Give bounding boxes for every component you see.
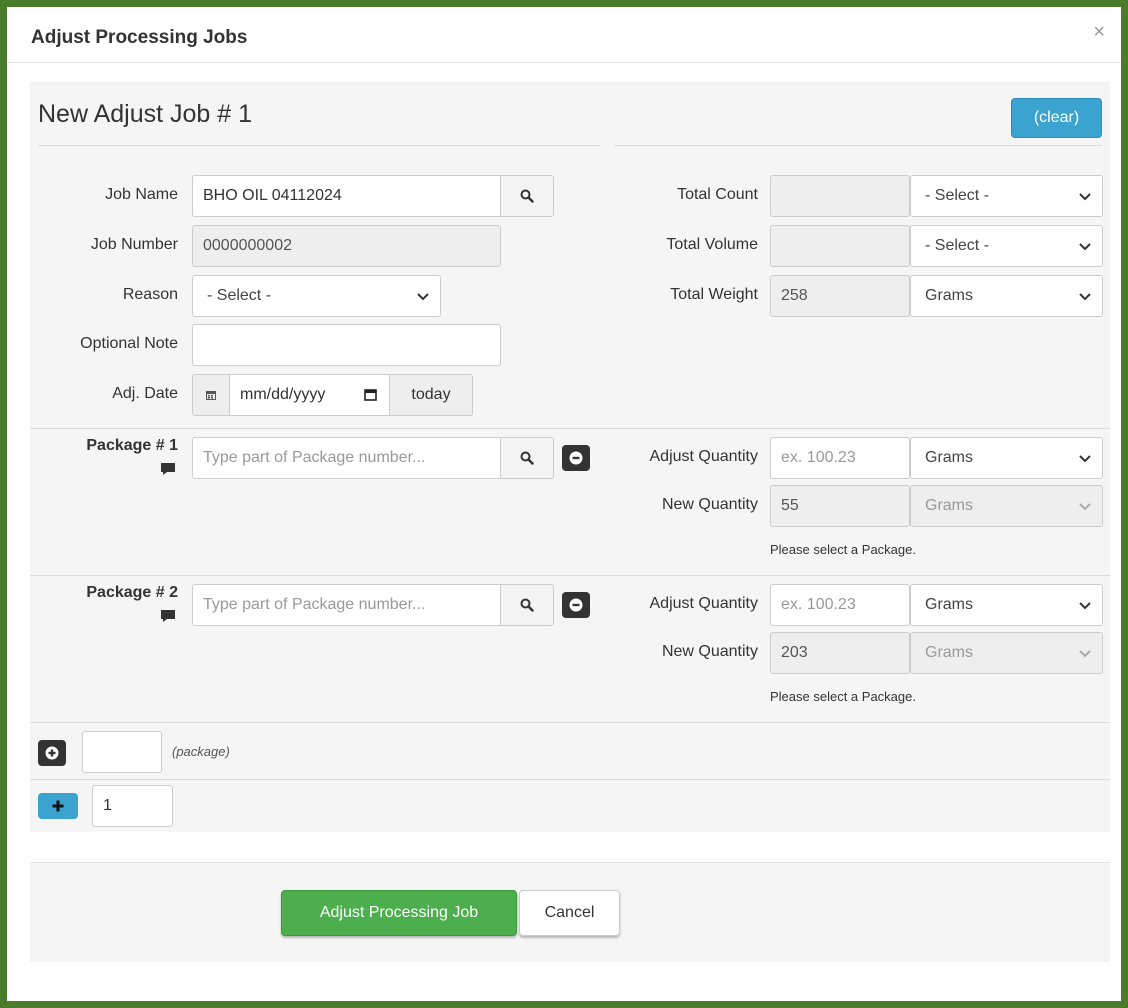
calendar-picker-icon[interactable]: [364, 388, 377, 401]
adjust-processing-job-button[interactable]: Adjust Processing Job: [281, 890, 517, 936]
divider: [30, 722, 1110, 723]
job-name-input[interactable]: BHO OIL 04112024: [192, 175, 501, 217]
reason-label: Reason: [122, 286, 178, 303]
package-row: Package # 2 Type part of Package number.…: [30, 576, 1110, 721]
chevron-down-icon: [1079, 455, 1091, 463]
adj-date-label: Adj. Date: [112, 385, 178, 402]
job-number-field: 0000000002: [192, 225, 501, 267]
adjust-unit-value: Grams: [925, 449, 973, 466]
close-icon[interactable]: ×: [1093, 21, 1105, 44]
new-quantity-unit-select: Grams: [910, 632, 1103, 674]
total-count-unit-select[interactable]: - Select -: [910, 175, 1103, 217]
total-weight-field: 258: [770, 275, 910, 317]
new-quantity-label: New Quantity: [661, 643, 758, 660]
divider: [30, 779, 1110, 780]
package-label: Package # 1: [86, 437, 178, 454]
chevron-down-icon: [1079, 503, 1091, 511]
total-count-unit-value: - Select -: [925, 187, 990, 204]
total-volume-field: [770, 225, 910, 267]
optional-note-input[interactable]: [192, 324, 501, 366]
chevron-down-icon: [1079, 602, 1091, 610]
chevron-down-icon: [417, 293, 429, 301]
chevron-down-icon: [1079, 193, 1091, 201]
package-count-hint: (package): [172, 744, 230, 759]
package-search-button[interactable]: [500, 437, 554, 479]
chevron-down-icon: [1079, 243, 1091, 251]
today-button-label: today: [411, 386, 451, 403]
adj-date-placeholder: mm/dd/yyyy: [240, 386, 326, 403]
job-title: New Adjust Job # 1: [38, 100, 253, 128]
job-name-label: Job Name: [105, 186, 178, 203]
cancel-button[interactable]: Cancel: [519, 890, 620, 936]
add-package-button[interactable]: [38, 740, 66, 766]
remove-package-button[interactable]: [562, 445, 590, 471]
package-hint: Please select a Package.: [770, 542, 916, 557]
minus-circle-icon: [569, 598, 583, 612]
job-name-search-button[interactable]: [500, 175, 554, 217]
chevron-down-icon: [1079, 650, 1091, 658]
add-job-button[interactable]: [38, 793, 78, 819]
new-quantity-field: 203: [770, 632, 910, 674]
modal-title: Adjust Processing Jobs: [31, 27, 248, 48]
job-count-input[interactable]: 1: [92, 785, 173, 827]
adjust-quantity-label: Adjust Quantity: [649, 595, 759, 612]
search-icon: [520, 598, 534, 612]
package-row: Package # 1 Type part of Package number.…: [30, 429, 1110, 574]
adjust-quantity-input[interactable]: ex. 100.23: [770, 437, 910, 479]
reason-select-value: - Select -: [207, 287, 272, 304]
reason-select[interactable]: - Select -: [192, 275, 441, 317]
package-search-input[interactable]: Type part of Package number...: [192, 584, 501, 626]
search-icon: [520, 451, 534, 465]
package-search-button[interactable]: [500, 584, 554, 626]
plus-icon: [52, 800, 64, 812]
new-quantity-unit-select: Grams: [910, 485, 1103, 527]
total-weight-label: Total Weight: [670, 286, 758, 303]
minus-circle-icon: [569, 451, 583, 465]
adj-date-input[interactable]: mm/dd/yyyy: [229, 374, 390, 416]
search-icon: [520, 189, 534, 203]
comment-icon[interactable]: [160, 462, 176, 476]
job-number-label: Job Number: [90, 236, 178, 253]
package-count-input[interactable]: [82, 731, 162, 773]
divider: [614, 145, 1102, 146]
adjust-unit-value: Grams: [925, 596, 973, 613]
job-panel: New Adjust Job # 1 (clear) Job Name BHO …: [30, 82, 1110, 832]
new-quantity-unit-value: Grams: [925, 644, 973, 661]
package-hint: Please select a Package.: [770, 689, 916, 704]
new-quantity-field: 55: [770, 485, 910, 527]
modal-header: Adjust Processing Jobs ×: [7, 7, 1121, 63]
total-weight-unit-value: Grams: [925, 287, 973, 304]
new-quantity-label: New Quantity: [661, 496, 758, 513]
new-quantity-unit-value: Grams: [925, 497, 973, 514]
total-volume-unit-select[interactable]: - Select -: [910, 225, 1103, 267]
comment-icon[interactable]: [160, 609, 176, 623]
calendar-icon: [206, 391, 216, 400]
remove-package-button[interactable]: [562, 592, 590, 618]
divider: [38, 145, 600, 146]
chevron-down-icon: [1079, 293, 1091, 301]
clear-button[interactable]: (clear): [1011, 98, 1102, 138]
modal-footer: Adjust Processing Job Cancel: [30, 862, 1110, 962]
calendar-addon: [192, 374, 230, 416]
plus-circle-icon: [45, 746, 59, 760]
total-weight-unit-select[interactable]: Grams: [910, 275, 1103, 317]
adjust-quantity-input[interactable]: ex. 100.23: [770, 584, 910, 626]
today-button[interactable]: today: [389, 374, 473, 416]
optional-note-label: Optional Note: [80, 335, 178, 352]
adjust-quantity-label: Adjust Quantity: [649, 448, 759, 465]
total-volume-label: Total Volume: [666, 236, 758, 253]
package-label: Package # 2: [86, 584, 178, 601]
package-search-input[interactable]: Type part of Package number...: [192, 437, 501, 479]
total-count-label: Total Count: [677, 186, 758, 203]
total-volume-unit-value: - Select -: [925, 237, 990, 254]
adjust-unit-select[interactable]: Grams: [910, 437, 1103, 479]
adjust-unit-select[interactable]: Grams: [910, 584, 1103, 626]
total-count-field: [770, 175, 910, 217]
